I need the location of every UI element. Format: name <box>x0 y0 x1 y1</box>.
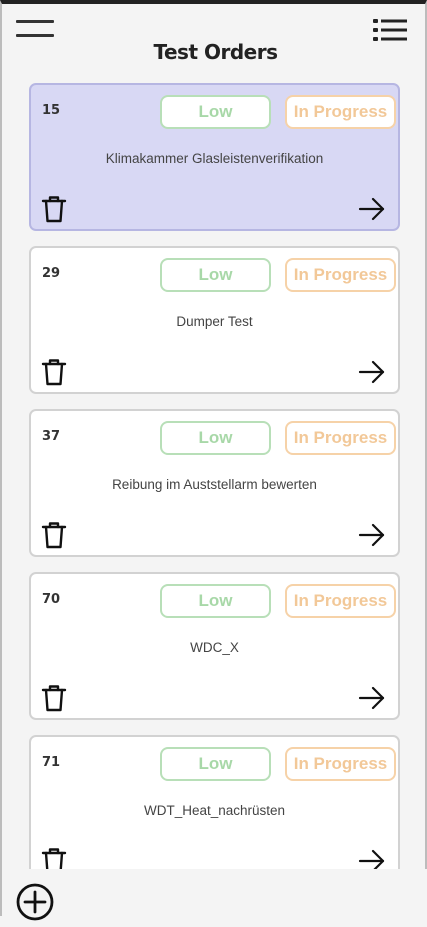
order-card[interactable]: 70 Low In Progress WDC_X <box>29 572 400 720</box>
priority-badge: Low <box>160 258 271 292</box>
status-badge: In Progress <box>285 584 396 618</box>
status-badge: In Progress <box>285 258 396 292</box>
trash-icon[interactable] <box>41 358 67 386</box>
hamburger-menu-icon[interactable] <box>16 18 56 40</box>
priority-badge: Low <box>160 421 271 455</box>
order-name: Reibung im Auststellarm bewerten <box>112 477 317 492</box>
order-id: 15 <box>42 103 61 118</box>
arrow-right-icon[interactable] <box>358 686 386 710</box>
priority-badge: Low <box>160 95 271 129</box>
status-badge: In Progress <box>285 421 396 455</box>
order-id: 70 <box>42 592 61 607</box>
order-name: WDT_Heat_nachrüsten <box>143 803 286 818</box>
order-card[interactable]: 71 Low In Progress WDT_Heat_nachrüsten <box>29 735 400 869</box>
order-id: 29 <box>42 266 61 281</box>
trash-icon[interactable] <box>41 195 67 223</box>
add-circle-icon[interactable] <box>16 883 56 923</box>
order-card[interactable]: 29 Low In Progress Dumper Test <box>29 246 400 394</box>
order-id: 37 <box>42 429 61 444</box>
order-card[interactable]: 15 Low In Progress Klimakammer Glasleist… <box>29 83 400 231</box>
status-badge: In Progress <box>285 95 396 129</box>
arrow-right-icon[interactable] <box>358 849 386 869</box>
app-frame: Test Orders 15 Low In Progress Klimakamm… <box>0 0 427 921</box>
order-name: Dumper Test <box>176 314 253 329</box>
orders-list[interactable]: 15 Low In Progress Klimakammer Glasleist… <box>2 80 427 869</box>
trash-icon[interactable] <box>41 684 67 712</box>
arrow-right-icon[interactable] <box>358 360 386 384</box>
order-id: 71 <box>42 755 61 770</box>
priority-badge: Low <box>160 584 271 618</box>
trash-icon[interactable] <box>41 521 67 549</box>
arrow-right-icon[interactable] <box>358 523 386 547</box>
order-name: WDC_X <box>190 640 239 655</box>
order-card[interactable]: 37 Low In Progress Reibung im Auststella… <box>29 409 400 557</box>
status-badge: In Progress <box>285 747 396 781</box>
arrow-right-icon[interactable] <box>358 197 386 221</box>
bottom-bar <box>2 869 427 923</box>
priority-badge: Low <box>160 747 271 781</box>
page-title: Test Orders <box>153 40 279 64</box>
trash-icon[interactable] <box>41 847 67 869</box>
bulleted-list-icon[interactable] <box>373 18 407 42</box>
order-name: Klimakammer Glasleistenverifikation <box>105 151 324 166</box>
